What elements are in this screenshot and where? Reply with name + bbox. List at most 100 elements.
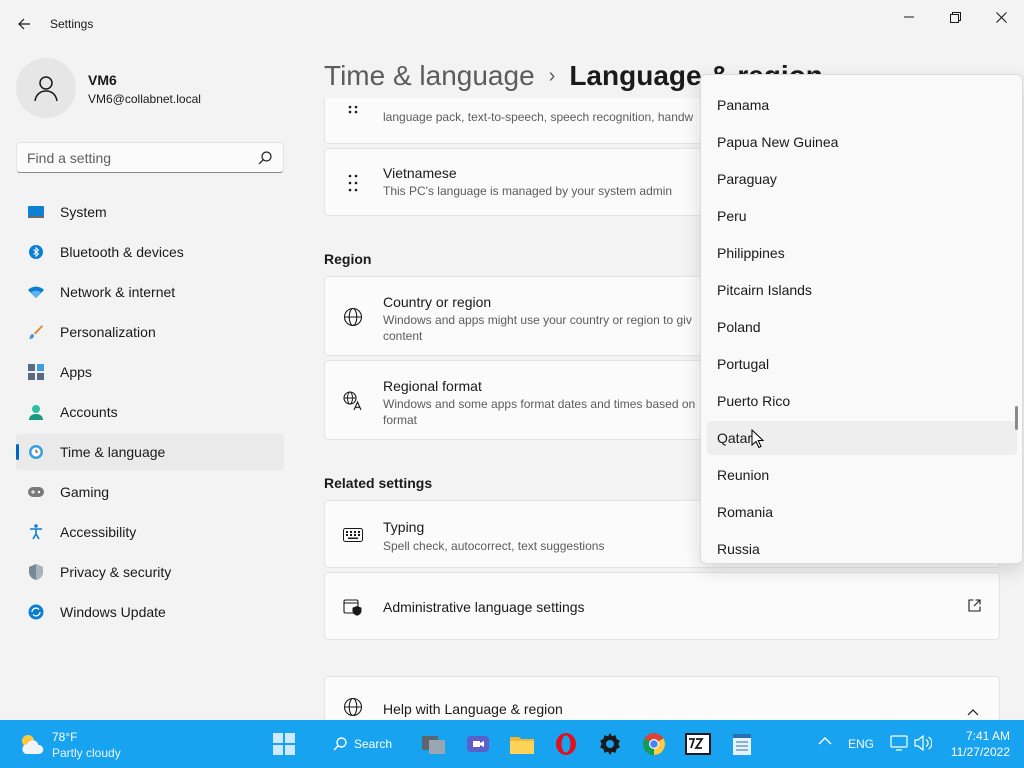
minimize-icon <box>904 16 914 18</box>
partly-cloudy-icon <box>18 732 46 761</box>
drag-handle-icon[interactable] <box>343 102 363 122</box>
admin-language-settings-card[interactable]: Administrative language settings <box>324 572 1000 640</box>
sidebar-item-network[interactable]: Network & internet <box>16 274 284 310</box>
update-icon <box>28 604 44 620</box>
notepad-button[interactable] <box>728 730 756 758</box>
network-monitor-icon[interactable] <box>890 735 908 754</box>
profile-name: VM6 <box>88 72 117 88</box>
back-button[interactable] <box>12 12 36 36</box>
taskbar-search-button[interactable]: Search <box>324 730 396 758</box>
input-language-indicator[interactable]: ENG <box>848 737 874 751</box>
app-title: Settings <box>50 17 94 31</box>
breadcrumb-parent[interactable]: Time & language <box>324 60 535 92</box>
file-explorer-button[interactable] <box>508 730 536 758</box>
settings-search[interactable] <box>16 142 284 173</box>
dropdown-option[interactable]: Puerto Rico <box>707 384 1017 418</box>
sidebar-item-personalization[interactable]: Personalization <box>16 314 284 350</box>
external-link-icon[interactable] <box>968 599 981 617</box>
sidebar-item-label: Gaming <box>60 484 110 500</box>
sidebar-item-accounts[interactable]: Accounts <box>16 394 284 430</box>
dropdown-option[interactable]: Paraguay <box>707 162 1017 196</box>
close-button[interactable] <box>978 6 1024 28</box>
card-description: Spell check, autocorrect, text suggestio… <box>383 539 605 553</box>
dropdown-option[interactable]: Poland <box>707 310 1017 344</box>
country-dropdown-list[interactable]: Panama Papua New Guinea Paraguay Peru Ph… <box>700 74 1023 564</box>
sidebar-item-label: Personalization <box>60 324 156 340</box>
search-input[interactable] <box>17 143 247 172</box>
sidebar-item-bluetooth[interactable]: Bluetooth & devices <box>16 234 284 270</box>
close-icon <box>995 11 1007 23</box>
dropdown-option[interactable]: Philippines <box>707 236 1017 270</box>
sidebar-item-label: Network & internet <box>60 284 176 300</box>
opera-button[interactable] <box>552 730 580 758</box>
teams-chat-button[interactable] <box>464 730 492 758</box>
weather-widget[interactable]: 78°F Partly cloudy <box>14 728 134 762</box>
start-button[interactable] <box>270 730 298 758</box>
language-title: Vietnamese <box>383 165 457 181</box>
weather-condition: Partly cloudy <box>52 746 121 760</box>
dropdown-option[interactable]: Peru <box>707 199 1017 233</box>
maximize-button[interactable] <box>932 6 978 28</box>
sidebar-item-windows-update[interactable]: Windows Update <box>16 594 284 630</box>
tray-overflow-chevron-icon[interactable] <box>818 735 832 749</box>
dropdown-option[interactable]: Russia <box>707 532 1017 563</box>
search-icon[interactable] <box>257 150 273 166</box>
minimize-button[interactable] <box>886 6 932 28</box>
volume-icon[interactable] <box>914 734 933 754</box>
restore-icon <box>949 11 961 23</box>
dropdown-option[interactable]: Portugal <box>707 347 1017 381</box>
chrome-icon <box>643 733 665 755</box>
dropdown-option[interactable]: Romania <box>707 495 1017 529</box>
sidebar-item-privacy[interactable]: Privacy & security <box>16 554 284 590</box>
sidebar-item-apps[interactable]: Apps <box>16 354 284 390</box>
settings-app-button[interactable] <box>596 730 624 758</box>
card-title: Country or region <box>383 294 492 310</box>
dropdown-option[interactable]: Panama <box>707 88 1017 122</box>
taskbar-search-label: Search <box>354 737 393 751</box>
breadcrumb-separator: › <box>548 64 556 87</box>
wifi-icon <box>28 284 44 300</box>
accessibility-icon <box>28 524 44 540</box>
system-icon <box>28 204 44 220</box>
help-card[interactable]: Help with Language & region <box>324 676 1000 720</box>
user-profile[interactable]: VM6 VM6@collabnet.local <box>16 58 296 118</box>
sidebar-item-time-language[interactable]: Time & language <box>16 434 284 470</box>
globe-icon <box>343 697 363 717</box>
sidebar-item-label: Bluetooth & devices <box>60 244 184 260</box>
search-icon <box>333 737 347 751</box>
sidebar-item-accessibility[interactable]: Accessibility <box>16 514 284 550</box>
sidebar-item-system[interactable]: System <box>16 194 284 230</box>
globe-clock-icon <box>28 444 44 460</box>
sidebar-item-label: Time & language <box>60 444 166 460</box>
card-description: Windows and apps might use your country … <box>383 313 692 343</box>
sidebar-nav: System Bluetooth & devices Network & int… <box>16 194 284 634</box>
admin-shield-icon <box>343 597 363 617</box>
task-view-icon <box>422 736 445 754</box>
bluetooth-icon <box>28 244 44 260</box>
related-settings-heading: Related settings <box>324 475 433 491</box>
chrome-button[interactable] <box>640 730 668 758</box>
card-title: Administrative language settings <box>383 599 585 615</box>
weather-temperature: 78°F <box>52 730 78 744</box>
avatar <box>16 58 76 118</box>
globe-icon <box>343 307 363 327</box>
opera-icon <box>556 733 576 755</box>
task-view-button[interactable] <box>420 730 448 758</box>
chat-icon <box>467 736 489 752</box>
sidebar-item-gaming[interactable]: Gaming <box>16 474 284 510</box>
drag-handle-icon[interactable] <box>343 173 363 193</box>
7zip-button[interactable] <box>684 730 712 758</box>
dropdown-option[interactable]: Pitcairn Islands <box>707 273 1017 307</box>
person-icon <box>34 76 58 102</box>
sidebar-item-label: Windows Update <box>60 604 166 620</box>
dropdown-option[interactable]: Reunion <box>707 458 1017 492</box>
chevron-up-icon[interactable] <box>967 703 979 721</box>
dropdown-option[interactable]: Papua New Guinea <box>707 125 1017 159</box>
language-description: language pack, text-to-speech, speech re… <box>383 110 694 124</box>
brush-icon <box>28 324 44 340</box>
taskbar-clock[interactable]: 7:41 AM 11/27/2022 <box>946 728 1010 760</box>
sidebar-item-label: Privacy & security <box>60 564 172 580</box>
apps-icon <box>28 364 44 380</box>
dropdown-scrollbar[interactable] <box>1015 406 1018 430</box>
mouse-cursor-icon <box>751 429 765 449</box>
